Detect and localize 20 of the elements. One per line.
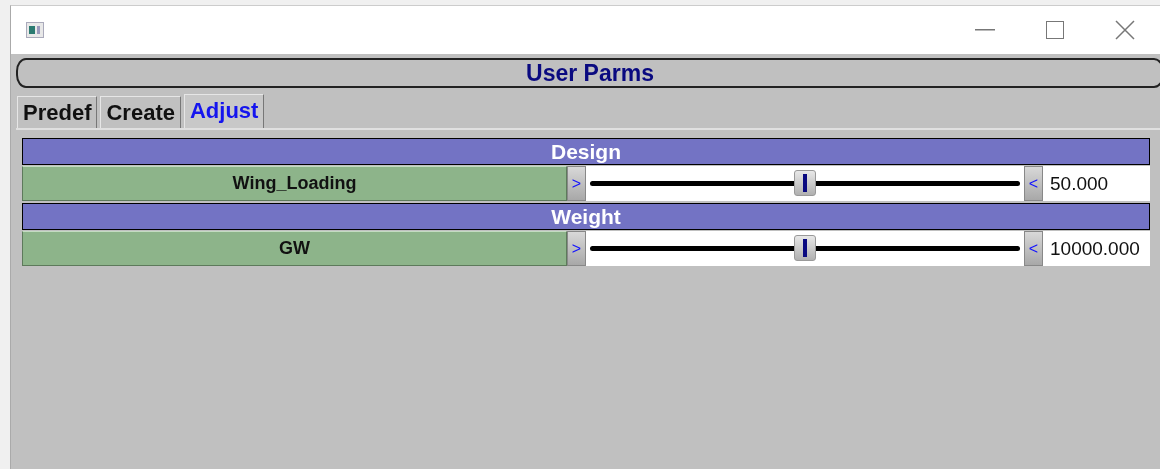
decrement-button[interactable]: > [567, 231, 586, 266]
slider-thumb[interactable] [794, 170, 816, 196]
increment-button[interactable]: < [1024, 231, 1043, 266]
decrement-button[interactable]: > [567, 166, 586, 201]
slider-thumb[interactable] [794, 235, 816, 261]
value-field[interactable]: 50.000 [1043, 166, 1150, 201]
maximize-icon[interactable] [1046, 21, 1064, 39]
app-icon [26, 22, 44, 38]
increment-button[interactable]: < [1024, 166, 1043, 201]
panel-title: User Parms [16, 58, 1160, 88]
parameter-button[interactable]: Wing_Loading [22, 166, 567, 201]
parameter-button[interactable]: GW [22, 231, 567, 266]
minimize-icon[interactable] [975, 29, 995, 31]
tab[interactable]: Adjust [183, 94, 265, 128]
close-icon[interactable] [1115, 20, 1135, 40]
value-field[interactable]: 10000.000 [1043, 231, 1150, 266]
group-header: Weight [22, 203, 1150, 230]
group-header: Design [22, 138, 1150, 165]
tab[interactable]: Predef [17, 96, 98, 128]
tab[interactable]: Create [100, 96, 181, 128]
